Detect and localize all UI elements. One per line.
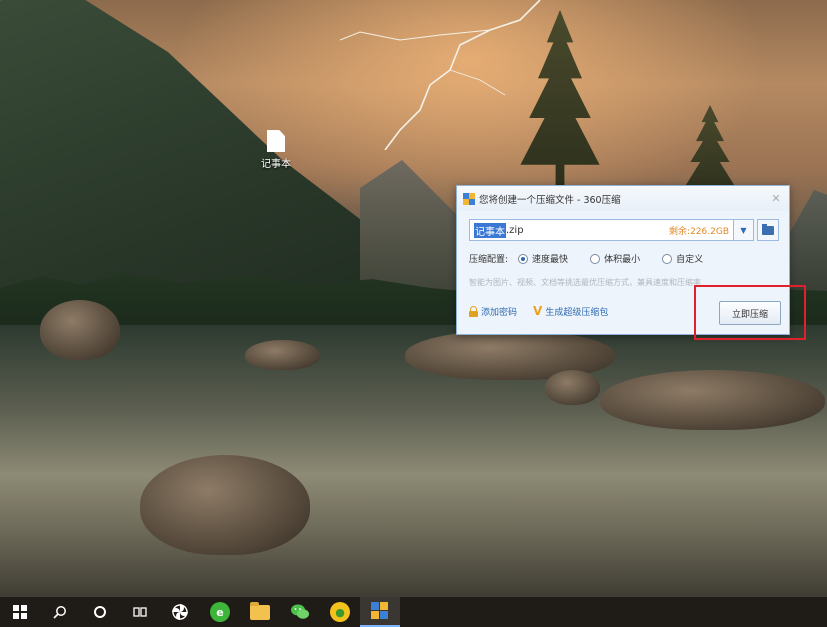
- wechat-button[interactable]: [280, 597, 320, 627]
- v-badge-icon: V: [533, 304, 543, 318]
- rock-foreground: [140, 455, 310, 555]
- radio-smallest-label: 体积最小: [604, 255, 641, 265]
- rock-mid: [545, 370, 600, 405]
- desktop-file-label: 记事本: [261, 159, 291, 170]
- close-button[interactable]: ✕: [769, 192, 783, 206]
- cortana-button[interactable]: [80, 597, 120, 627]
- pinwheel-app-button[interactable]: [160, 597, 200, 627]
- super-package-link[interactable]: V 生成超级压缩包: [533, 304, 608, 318]
- search-button[interactable]: [40, 597, 80, 627]
- dialog-title: 您将创建一个压缩文件 - 360压缩: [479, 194, 621, 206]
- compression-config-row: 压缩配置: 速度最快 体积最小 自定义: [469, 252, 725, 265]
- browser-button[interactable]: e: [200, 597, 240, 627]
- radio-custom-label: 自定义: [676, 255, 704, 265]
- lightning-bolt: [340, 0, 541, 150]
- hint-text: 智能为图片、视频、文档等挑选最优压缩方式，兼具速度和压缩率: [469, 278, 701, 287]
- rock-far-left: [40, 300, 120, 360]
- radio-fastest-label: 速度最快: [532, 255, 569, 265]
- start-button[interactable]: [0, 597, 40, 627]
- filename-selected-text: 记事本: [474, 222, 506, 238]
- free-space-label: 剩余:226.2GB: [669, 226, 729, 237]
- add-password-link[interactable]: 添加密码: [469, 305, 517, 318]
- rock-small-left: [245, 340, 320, 370]
- radio-checked-icon: [518, 253, 529, 264]
- radio-smallest[interactable]: 体积最小: [590, 252, 640, 265]
- add-password-label: 添加密码: [481, 307, 518, 318]
- filename-input[interactable]: 记事本 .zip 剩余:226.2GB: [469, 219, 734, 241]
- shield-360-icon: ●: [330, 602, 350, 622]
- filename-row: 记事本 .zip 剩余:226.2GB ▼: [469, 219, 779, 241]
- wechat-icon: [291, 604, 309, 619]
- search-icon: [53, 606, 66, 619]
- windows-logo-icon: [13, 605, 27, 619]
- folder-icon: [762, 223, 774, 235]
- 360-zip-taskbar-button[interactable]: [360, 597, 400, 627]
- radio-unchecked-icon: [590, 253, 601, 264]
- 360-security-button[interactable]: ●: [320, 597, 360, 627]
- pinwheel-icon: [172, 604, 188, 620]
- options-link-row: 添加密码 V 生成超级压缩包: [469, 304, 624, 318]
- zip-app-icon: [371, 602, 389, 620]
- lock-icon: [469, 305, 478, 317]
- desktop-file-notepad[interactable]: 记事本: [252, 130, 300, 170]
- filename-extension: .zip: [506, 224, 524, 236]
- chevron-down-icon: ▼: [740, 225, 747, 235]
- radio-unchecked-icon: [662, 253, 673, 264]
- circle-icon: [94, 606, 106, 618]
- super-package-label: 生成超级压缩包: [545, 307, 609, 318]
- browse-folder-button[interactable]: [757, 219, 779, 241]
- 360-zip-app-icon: [463, 192, 475, 205]
- text-file-icon: [267, 130, 285, 152]
- taskbar: e ●: [0, 597, 827, 627]
- path-dropdown-button[interactable]: ▼: [734, 219, 754, 241]
- file-explorer-button[interactable]: [240, 597, 280, 627]
- annotation-highlight-box: [694, 285, 806, 340]
- radio-fastest[interactable]: 速度最快: [518, 252, 568, 265]
- task-view-button[interactable]: [120, 597, 160, 627]
- rock-right: [600, 370, 825, 430]
- config-label: 压缩配置:: [469, 255, 509, 265]
- task-view-icon: [133, 607, 147, 617]
- dialog-titlebar[interactable]: 您将创建一个压缩文件 - 360压缩 ✕: [457, 186, 789, 211]
- browser-e-icon: e: [210, 602, 230, 622]
- folder-icon: [250, 601, 270, 620]
- radio-custom[interactable]: 自定义: [662, 252, 703, 265]
